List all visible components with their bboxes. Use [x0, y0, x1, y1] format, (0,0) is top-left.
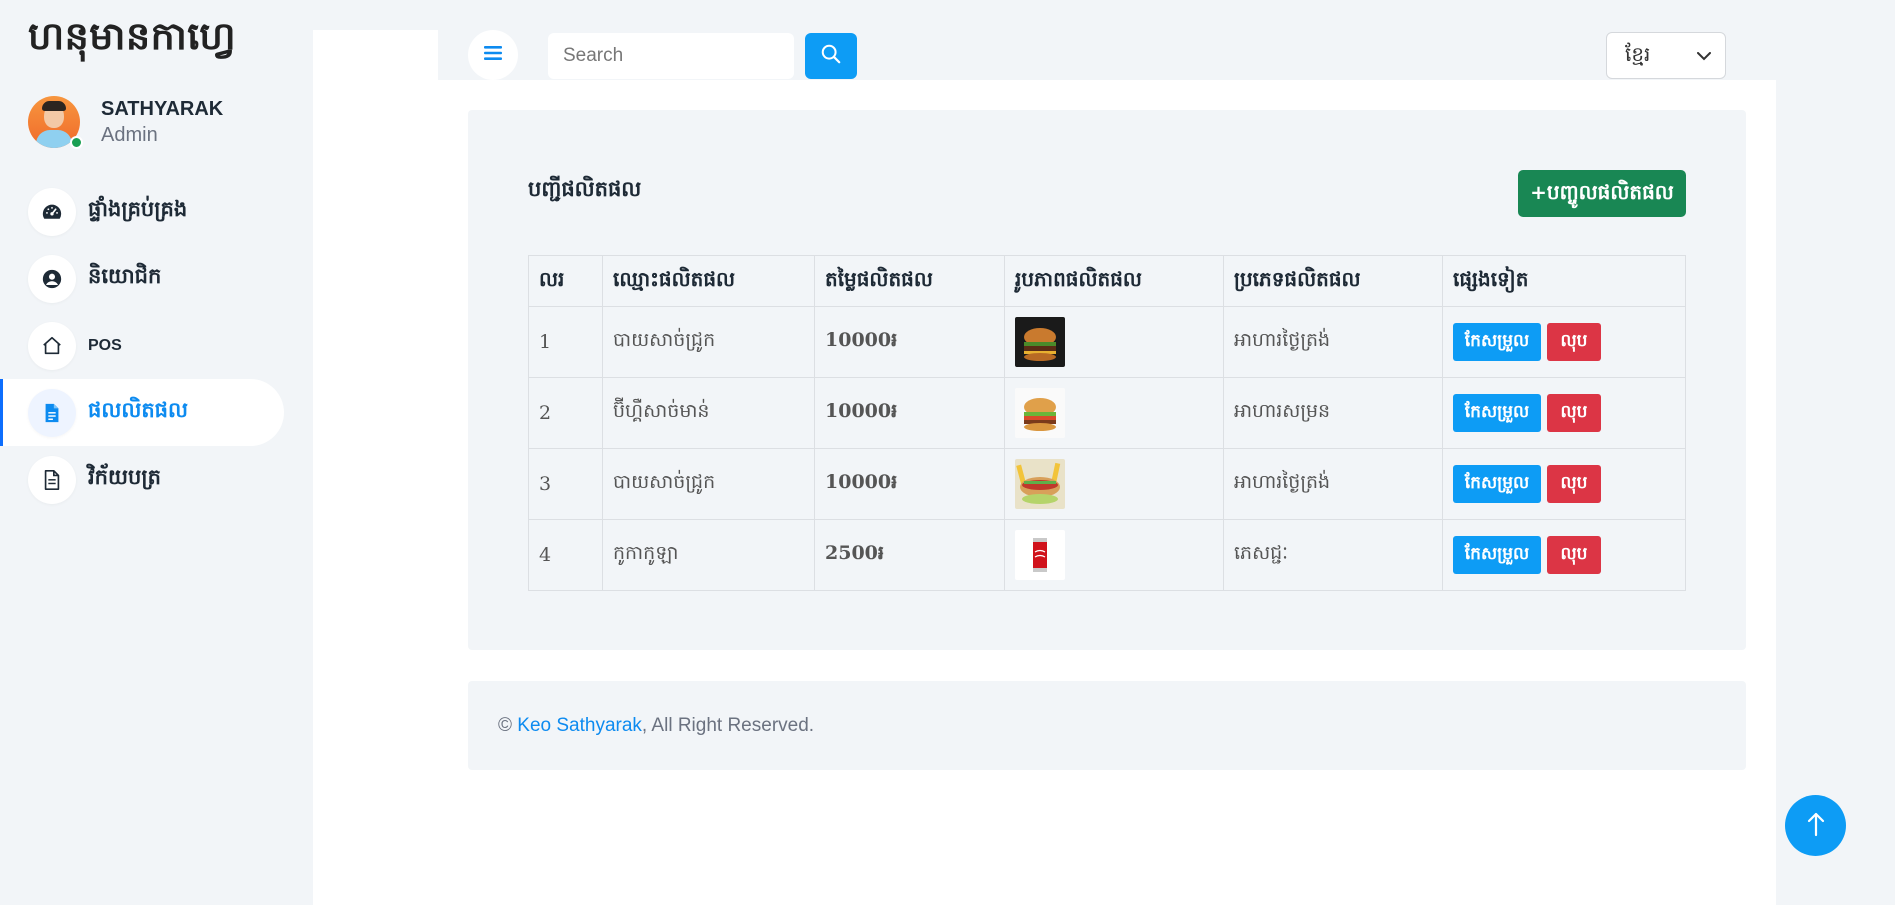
- products-table: លរ ឈ្មោះផលិតផល តម្លៃផលិតផល រូបភាពផលិតផល …: [528, 255, 1686, 591]
- row-number: 4: [528, 519, 603, 591]
- delete-button[interactable]: លុប: [1547, 536, 1601, 574]
- table-row: 3 បាយសាច់ជ្រូក 10000៛ អាហារថ្ងៃត្រង់ កែស…: [528, 448, 1686, 520]
- product-category: ភេសជ្ជៈ: [1223, 519, 1443, 591]
- online-status-indicator: [70, 136, 83, 149]
- search-input[interactable]: [563, 45, 794, 67]
- product-name: បាយសាច់ជ្រូក: [602, 306, 815, 378]
- product-price: 10000៛: [814, 377, 1005, 449]
- back-to-top-button[interactable]: [1785, 795, 1846, 856]
- search-field[interactable]: [548, 33, 794, 79]
- product-category: អាហារសម្រន: [1223, 377, 1443, 449]
- table-header-row: លរ ឈ្មោះផលិតផល តម្លៃផលិតផល រូបភាពផលិតផល …: [528, 255, 1686, 307]
- search-button[interactable]: [805, 33, 857, 79]
- product-category: អាហារថ្ងៃត្រង់: [1223, 306, 1443, 378]
- delete-button[interactable]: លុប: [1547, 465, 1601, 503]
- delete-button[interactable]: លុប: [1547, 323, 1601, 361]
- column-header: ប្រភេទផលិតផល: [1223, 255, 1443, 307]
- column-header: រូបភាពផលិតផល: [1004, 255, 1224, 307]
- product-price: 10000៛: [814, 448, 1005, 520]
- search-icon: [820, 43, 842, 69]
- home-icon: [28, 321, 76, 370]
- language-label: ខ្មែរ: [1625, 41, 1651, 66]
- product-price: 10000៛: [814, 306, 1005, 378]
- actions-cell: កែសម្រួល លុប: [1442, 519, 1686, 591]
- product-name: ប៊ីហ្គឺសាច់មាន់: [602, 377, 815, 449]
- product-category: អាហារថ្ងៃត្រង់: [1223, 448, 1443, 520]
- user-profile: SATHYARAK Admin: [28, 96, 224, 149]
- hotdog-fries-image: [1015, 459, 1065, 509]
- sidebar-item-invoices[interactable]: វិក័យបត្រ: [0, 446, 284, 513]
- dashboard-icon: [28, 187, 76, 236]
- table-row: 4 កូកាកូឡា 2500៛ ភេសជ្ជៈ កែសម្រួល លុប: [528, 519, 1686, 591]
- sidebar-item-label: POS: [88, 336, 122, 354]
- burger-light-image: [1015, 388, 1065, 438]
- arrow-up-icon: [1806, 811, 1826, 841]
- product-name: បាយសាច់ជ្រូក: [602, 448, 815, 520]
- burger-dark-image: [1015, 317, 1065, 367]
- brand-title: ហនុមានកាហ្វេ: [28, 13, 237, 58]
- language-select[interactable]: ខ្មែរ: [1606, 32, 1726, 79]
- row-number: 2: [528, 377, 603, 449]
- document-icon: [28, 388, 76, 437]
- edit-button[interactable]: កែសម្រួល: [1453, 536, 1541, 574]
- sidebar-item-label: និយោជិក: [88, 263, 162, 288]
- sidebar-item-label: ផលលិតផល: [88, 397, 188, 422]
- actions-cell: កែសម្រួល លុប: [1442, 306, 1686, 378]
- copyright-text: , All Right Reserved.: [641, 714, 815, 736]
- product-image-cell: [1004, 519, 1224, 591]
- chevron-down-icon: [1697, 46, 1711, 65]
- column-header: លរ: [528, 255, 603, 307]
- column-header: ឈ្មោះផលិតផល: [602, 255, 815, 307]
- copyright-symbol: ©: [498, 714, 512, 736]
- product-image-cell: [1004, 306, 1224, 378]
- sidebar-item-pos[interactable]: POS: [0, 312, 284, 379]
- hamburger-icon: [483, 45, 503, 65]
- product-price: 2500៛: [814, 519, 1005, 591]
- edit-button[interactable]: កែសម្រួល: [1453, 323, 1541, 361]
- row-number: 1: [528, 306, 603, 378]
- user-circle-icon: [28, 254, 76, 303]
- actions-cell: កែសម្រួល លុប: [1442, 448, 1686, 520]
- menu-toggle-button[interactable]: [468, 30, 518, 80]
- product-image-cell: [1004, 377, 1224, 449]
- cola-can-image: [1015, 530, 1065, 580]
- footer: © Keo Sathyarak, All Right Reserved.: [468, 681, 1746, 770]
- actions-cell: កែសម្រួល លុប: [1442, 377, 1686, 449]
- column-header: តម្លៃផលិតផល: [814, 255, 1005, 307]
- sidebar-item-dashboard[interactable]: ផ្ទាំងគ្រប់គ្រង: [0, 178, 284, 245]
- table-row: 2 ប៊ីហ្គឺសាច់មាន់ 10000៛ អាហារសម្រន កែសម…: [528, 377, 1686, 449]
- add-product-button[interactable]: +បញ្ចូលផលិតផល: [1518, 170, 1686, 217]
- row-number: 3: [528, 448, 603, 520]
- profile-role: Admin: [101, 123, 158, 146]
- sidebar-item-label: វិក័យបត្រ: [88, 464, 161, 489]
- author-link[interactable]: Keo Sathyarak: [517, 715, 642, 737]
- delete-button[interactable]: លុប: [1547, 394, 1601, 432]
- sidebar-item-products[interactable]: ផលលិតផល: [0, 379, 284, 446]
- table-row: 1 បាយសាច់ជ្រូក 10000៛ អាហារថ្ងៃត្រង់ កែស…: [528, 306, 1686, 378]
- sidebar-item-label: ផ្ទាំងគ្រប់គ្រង: [88, 196, 188, 221]
- sidebar-nav: ផ្ទាំងគ្រប់គ្រង និយោជិក POS ផលលិតផល វិក័…: [0, 178, 284, 513]
- page-title: បញ្ជីផលិតផល: [528, 176, 642, 201]
- sidebar-item-employees[interactable]: និយោជិក: [0, 245, 284, 312]
- invoice-icon: [28, 455, 76, 504]
- product-image-cell: [1004, 448, 1224, 520]
- edit-button[interactable]: កែសម្រួល: [1453, 394, 1541, 432]
- product-name: កូកាកូឡា: [602, 519, 815, 591]
- profile-name: SATHYARAK: [101, 97, 224, 120]
- edit-button[interactable]: កែសម្រួល: [1453, 465, 1541, 503]
- column-header: ផ្សេងទៀត: [1442, 255, 1686, 307]
